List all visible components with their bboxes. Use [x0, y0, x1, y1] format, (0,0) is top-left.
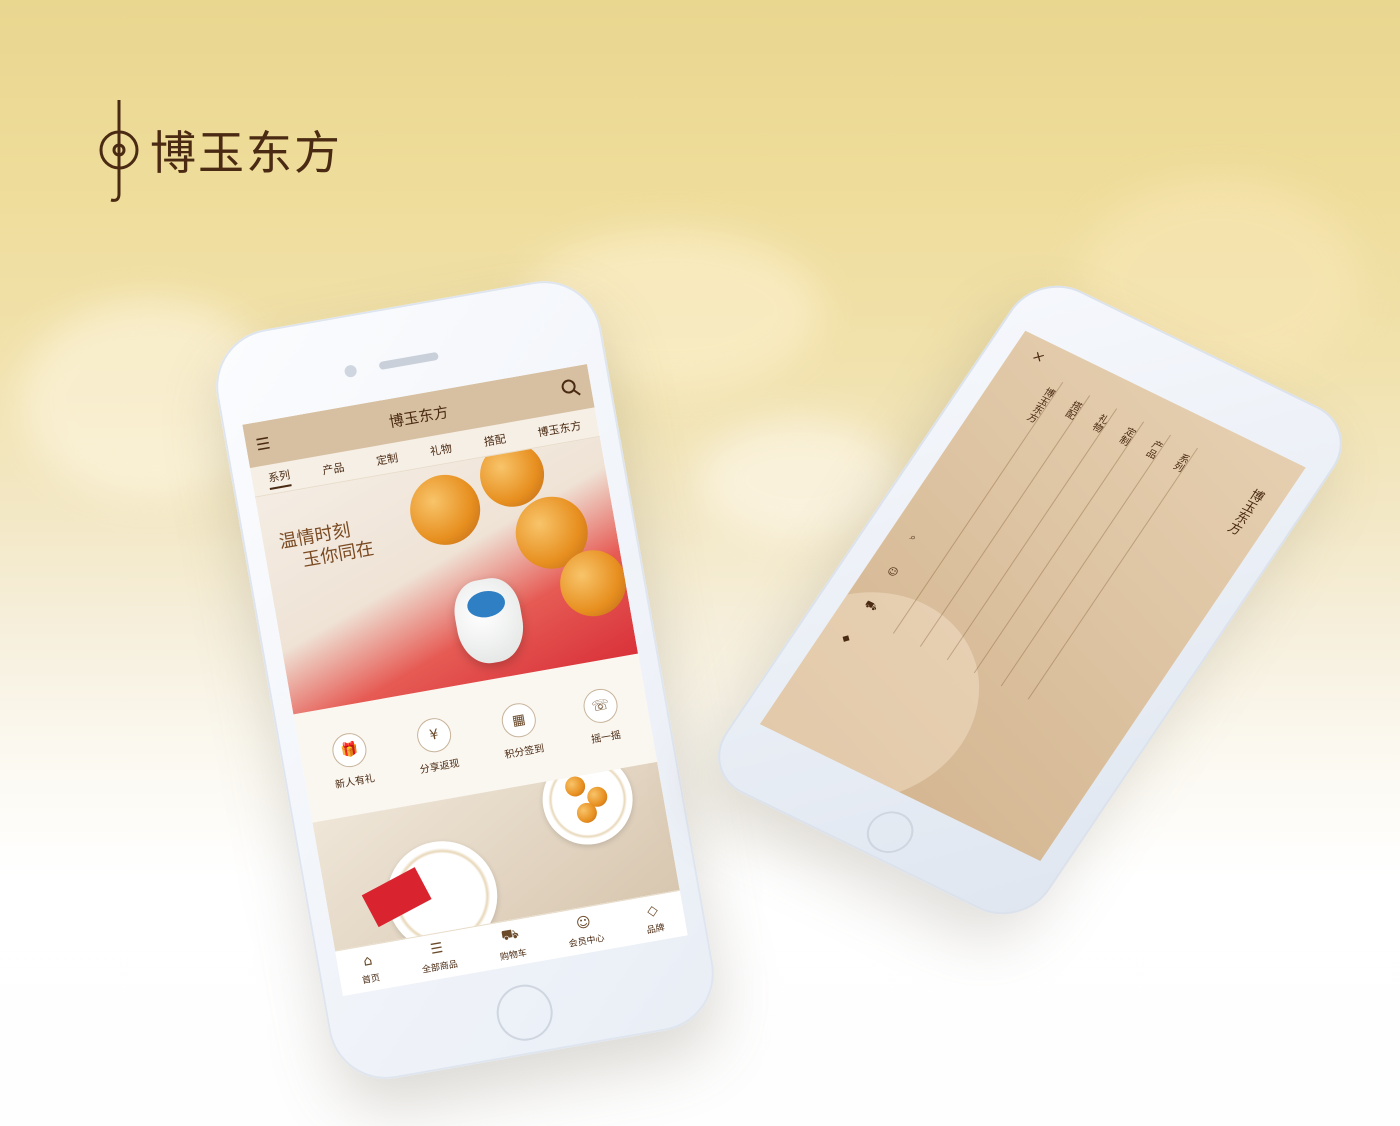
menu-divider [973, 421, 1145, 674]
gift-icon: 🎁 [329, 729, 370, 770]
menu-item[interactable]: 礼物 [1087, 411, 1112, 434]
menu-divider [1000, 434, 1172, 687]
menu-item[interactable]: 定制 [1114, 424, 1139, 447]
currency-icon: ¥ [414, 715, 454, 755]
decorative-wave [759, 555, 1024, 837]
search-icon[interactable]: ⌕ [907, 532, 918, 544]
tab-match[interactable]: 搭配 [482, 430, 507, 450]
brand-name: 博玉东方 [150, 126, 342, 180]
user-icon: ☺ [574, 913, 593, 932]
tab-brand[interactable]: 博玉东方 [536, 417, 583, 440]
home-icon: ⌂ [361, 952, 374, 970]
nav-label: 首页 [361, 972, 381, 986]
search-icon[interactable] [559, 377, 582, 400]
quick-action-checkin[interactable]: ▦ 积分签到 [496, 700, 545, 761]
menu-item[interactable]: 产品 [1141, 437, 1166, 460]
menu-item[interactable]: 系列 [1168, 450, 1193, 473]
tab-gifts[interactable]: 礼物 [429, 439, 453, 459]
app-screen-home: ☰ 博玉东方 系列 产品 定制 礼物 搭配 博玉东方 温情时刻 玉你同在 🎁 新… [242, 364, 688, 996]
close-icon[interactable]: × [1029, 348, 1049, 367]
brand-mark-icon [99, 100, 139, 202]
tag-icon: ◇ [645, 901, 660, 920]
quick-action-shake[interactable]: ☏ 摇一摇 [580, 685, 624, 746]
menu-item[interactable]: 博玉东方 [1021, 384, 1057, 424]
camera-icon [343, 364, 358, 379]
nav-cart[interactable]: ⛟ 购物车 [495, 924, 528, 963]
nav-label: 全部商品 [421, 959, 459, 976]
speaker-grille [378, 351, 439, 371]
tab-custom[interactable]: 定制 [375, 449, 399, 469]
cart-icon: ⛟ [499, 925, 520, 944]
home-button [492, 980, 557, 1045]
jade-pendant-image [449, 573, 529, 669]
quick-action-label: 摇一摇 [590, 729, 622, 746]
quick-action-label: 积分签到 [503, 742, 546, 761]
menu-divider [919, 395, 1091, 647]
menu-divider [1027, 447, 1199, 700]
phone-mockup-front: ☰ 博玉东方 系列 产品 定制 礼物 搭配 博玉东方 温情时刻 玉你同在 🎁 新… [206, 271, 724, 1089]
menu-logo: 博玉东方 [1223, 486, 1267, 537]
quick-action-share-cashback[interactable]: ¥ 分享返现 [411, 714, 461, 776]
tab-series[interactable]: 系列 [266, 465, 292, 490]
nav-label: 购物车 [499, 947, 528, 963]
orange-image [404, 469, 486, 551]
phone-shake-icon: ☏ [580, 685, 621, 726]
nav-label: 品牌 [645, 922, 666, 936]
quick-action-new-gift[interactable]: 🎁 新人有礼 [327, 729, 376, 791]
tab-products[interactable]: 产品 [321, 458, 345, 478]
quick-action-label: 分享返现 [419, 757, 461, 776]
nav-home[interactable]: ⌂ 首页 [357, 951, 380, 986]
nav-member-center[interactable]: ☺ 会员中心 [564, 912, 606, 950]
menu-icon[interactable]: ☰ [254, 433, 271, 454]
nav-label: 会员中心 [568, 933, 606, 950]
home-button [858, 804, 922, 860]
menu-item[interactable]: 搭配 [1060, 397, 1085, 420]
calendar-icon: ▦ [499, 700, 539, 740]
list-icon: ☰ [429, 939, 445, 958]
app-screen-menu: 博玉东方 × 系列 产品 定制 礼物 搭配 博玉东方 ⌕ ☺ ⛟ ◆ [759, 330, 1306, 861]
quick-action-label: 新人有礼 [334, 772, 376, 791]
banner-slogan: 温情时刻 玉你同在 [278, 516, 376, 575]
nav-all-products[interactable]: ☰ 全部商品 [418, 937, 459, 976]
user-icon[interactable]: ☺ [885, 565, 901, 579]
app-logo: 博玉东方 [387, 402, 450, 431]
brand-logo: 博玉东方 [98, 98, 342, 202]
nav-brand[interactable]: ◇ 品牌 [642, 901, 666, 936]
menu-divider [946, 408, 1118, 661]
